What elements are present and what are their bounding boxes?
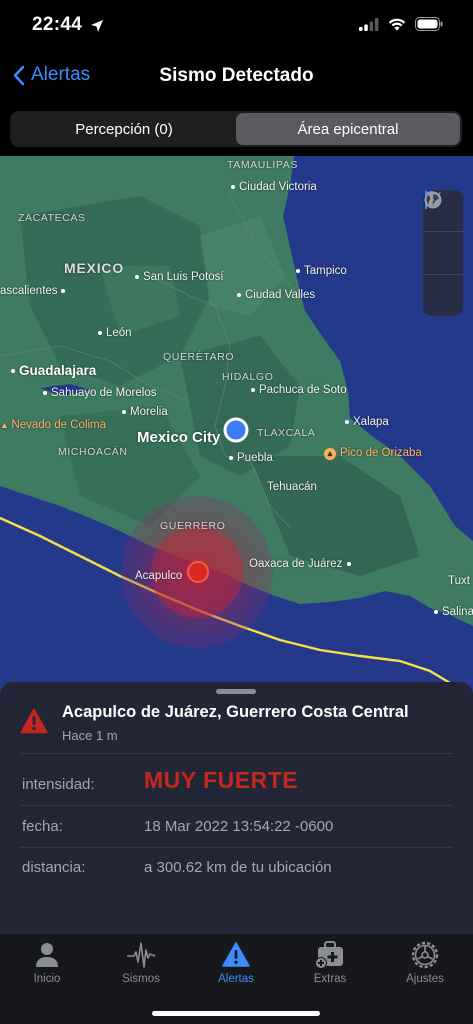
map-label: MICHOACÁN [58, 446, 128, 458]
tab-bar: Inicio Sismos Alertas Extras Ajustes [0, 934, 473, 1024]
map-label: Guadalajara [11, 363, 96, 378]
map-tools [423, 190, 463, 316]
tab-label: Inicio [33, 973, 61, 985]
map-label-text: Guadalajara [19, 363, 97, 378]
intensity-label: intensidad: [22, 776, 95, 793]
tab-extras[interactable]: Extras [283, 940, 377, 985]
map-label: Puebla [229, 452, 273, 464]
map-label-text: Pachuca de Soto [259, 384, 347, 396]
distance-value: a 300.62 km de tu ubicación [144, 859, 332, 876]
distance-label: distancia: [22, 859, 86, 876]
map-label-text: Salina [442, 606, 473, 618]
status-indicators [359, 17, 443, 31]
tab-sismos[interactable]: Sismos [94, 940, 188, 985]
user-location-marker [223, 417, 249, 443]
map-label: ZACATECAS [18, 212, 86, 224]
map-label: Tuxt [448, 575, 470, 587]
map-label-text: Puebla [237, 452, 273, 464]
map-label: TAMAULIPAS [227, 159, 298, 171]
tab-label: Sismos [122, 973, 160, 985]
map-label: Tampico [296, 265, 347, 277]
divider [20, 805, 453, 806]
map-label-text: Xalapa [353, 416, 389, 428]
map-label: ascalientes [0, 285, 69, 297]
status-bar: 22:44 [0, 0, 473, 52]
view-segmented-control: Percepción (0) Área epicentral [10, 111, 462, 147]
epicenter-marker [187, 561, 209, 583]
map-label: Ciudad Valles [237, 289, 315, 301]
status-time: 22:44 [32, 14, 83, 35]
map-label-text: ascalientes [0, 285, 58, 297]
waveform-icon [127, 942, 156, 968]
intensity-value: MUY FUERTE [144, 767, 299, 793]
map-label-text: San Luis Potosí [143, 271, 224, 283]
map-label-text: Morelia [130, 406, 168, 418]
map-label: San Luis Potosí [135, 271, 224, 283]
segment-perception[interactable]: Percepción (0) [12, 113, 236, 145]
epicenter-map[interactable]: TAMAULIPAS Ciudad Victoria ZACATECAS MEX… [0, 156, 473, 696]
date-label: fecha: [22, 818, 63, 835]
map-label: MEXICO [64, 260, 125, 276]
location-services-icon [91, 20, 103, 32]
map-label: QUERÉTARO [163, 351, 235, 363]
tab-inicio[interactable]: Inicio [0, 940, 94, 985]
warning-triangle-icon [222, 942, 250, 967]
map-label: León [98, 327, 132, 339]
segment-epicentral-area[interactable]: Área epicentral [236, 113, 460, 145]
map-label: Mexico City [137, 429, 221, 446]
epicenter-flag-button[interactable] [423, 191, 463, 275]
battery-icon [415, 17, 443, 31]
map-label: Xalapa [345, 416, 389, 428]
map-label: HIDALGO [222, 371, 274, 383]
tab-label: Ajustes [406, 973, 444, 985]
alert-title: Acapulco de Juárez, Guerrero Costa Centr… [62, 703, 409, 721]
map-label: Tehuacán [267, 481, 317, 493]
map-label: Morelia [122, 406, 168, 418]
warning-triangle-icon [20, 708, 48, 734]
map-label-text: Pico de Orizaba [340, 447, 422, 459]
globe-icon [424, 191, 442, 209]
map-label: Acapulco [135, 570, 183, 582]
map-label-text: Oaxaca de Juárez [249, 558, 343, 570]
page-title: Sismo Detectado [159, 65, 314, 86]
tab-label: Alertas [218, 973, 254, 985]
map-label: Salina [434, 606, 473, 618]
gear-icon [411, 941, 439, 969]
map-label: Oaxaca de Juárez [249, 558, 355, 570]
person-icon [36, 943, 58, 967]
alert-time-ago: Hace 1 m [62, 728, 118, 743]
map-label-text: Ciudad Victoria [239, 181, 317, 193]
map-label: Sahuayo de Morelos [43, 387, 156, 399]
tab-alertas[interactable]: Alertas [189, 940, 283, 985]
mountain-icon: ▲ [324, 448, 336, 460]
sheet-grabber[interactable] [216, 689, 256, 694]
navigation-bar: Alertas Sismo Detectado [0, 52, 473, 102]
divider [20, 753, 453, 754]
cellular-signal-icon [359, 17, 379, 31]
map-label: ▲ Pico de Orizaba [324, 447, 422, 460]
map-label-text: Sahuayo de Morelos [51, 387, 157, 399]
tab-label: Extras [313, 973, 347, 985]
map-label-text: Tampico [304, 265, 347, 277]
map-label: Ciudad Victoria [231, 181, 317, 193]
map-label: Pachuca de Soto [251, 384, 347, 396]
alert-detail-sheet: Acapulco de Juárez, Guerrero Costa Centr… [0, 682, 473, 934]
map-label: GUERRERO [160, 520, 226, 532]
first-aid-kit-icon [315, 941, 343, 969]
date-value: 18 Mar 2022 13:54:22 -0600 [144, 818, 334, 835]
wifi-icon [388, 18, 406, 30]
map-label: TLAXCALA [257, 427, 316, 439]
map-label-text: Nevado de Colima [11, 419, 107, 431]
map-style-button[interactable] [423, 191, 463, 316]
tab-ajustes[interactable]: Ajustes [378, 940, 472, 985]
map-label-text: León [106, 327, 132, 339]
home-indicator[interactable] [152, 1011, 320, 1016]
map-label-text: Ciudad Valles [245, 289, 316, 301]
divider [20, 847, 453, 848]
map-label: ▲ Nevado de Colima [0, 419, 107, 431]
